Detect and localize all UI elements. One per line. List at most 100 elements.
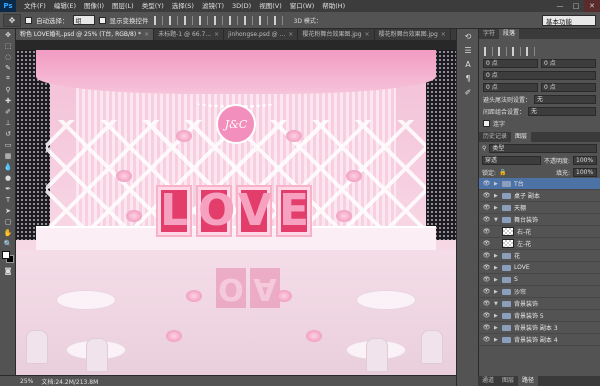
visibility-eye-icon[interactable]: 👁 xyxy=(482,312,491,319)
menu-file[interactable]: 文件(F) xyxy=(20,0,50,12)
lasso-tool-icon[interactable]: ◌ xyxy=(0,51,16,62)
canvas-area[interactable]: J&C L O V E O A xyxy=(16,40,456,375)
visibility-eye-icon[interactable]: 👁 xyxy=(482,180,491,187)
tab-layers[interactable]: 图层 xyxy=(511,132,532,142)
dodge-tool-icon[interactable]: ● xyxy=(0,172,16,183)
distribute-top-icon[interactable] xyxy=(243,15,253,25)
visibility-eye-icon[interactable]: 👁 xyxy=(482,240,491,247)
foreground-color-swatch[interactable] xyxy=(2,251,10,259)
hyphenate-checkbox[interactable] xyxy=(483,119,490,127)
gradient-tool-icon[interactable]: ▦ xyxy=(0,150,16,161)
menu-layer[interactable]: 图层(L) xyxy=(108,0,138,12)
collapsed-caret-icon[interactable]: ▶ xyxy=(494,205,499,211)
layer-row[interactable]: 👁 ▶ LOVE xyxy=(479,262,600,274)
fill-field[interactable]: 100% xyxy=(573,167,597,177)
clone-stamp-tool-icon[interactable]: ⊥ xyxy=(0,117,16,128)
layer-row[interactable]: 👁 ▶ 背景装饰 5 xyxy=(479,310,600,322)
maximize-button[interactable]: □ xyxy=(568,0,584,12)
close-tab-icon[interactable]: × xyxy=(365,29,370,40)
para-align-right-icon[interactable] xyxy=(512,46,521,56)
brush-tool-icon[interactable]: ✐ xyxy=(0,106,16,117)
align-bottom-icon[interactable] xyxy=(183,15,193,25)
tab-document-2[interactable]: 未标题-1 @ 66.7... × xyxy=(154,29,225,40)
collapsed-caret-icon[interactable]: ▶ xyxy=(494,181,499,187)
move-tool-icon[interactable]: ✥ xyxy=(0,29,16,40)
history-brush-tool-icon[interactable]: ↺ xyxy=(0,128,16,139)
hand-tool-icon[interactable]: ✋ xyxy=(0,227,16,238)
align-top-icon[interactable] xyxy=(153,15,163,25)
space-before-field[interactable]: 0 点 xyxy=(483,82,538,92)
tab-channels[interactable]: 通道 xyxy=(478,376,498,386)
menu-edit[interactable]: 编辑(E) xyxy=(50,0,80,12)
character-icon[interactable]: A xyxy=(457,57,479,71)
auto-select-dropdown[interactable]: 组 xyxy=(72,15,95,25)
align-vcenter-icon[interactable] xyxy=(168,15,178,25)
mojikumi-dropdown[interactable]: 无 xyxy=(528,106,596,116)
blur-tool-icon[interactable]: 💧 xyxy=(0,161,16,172)
layer-row[interactable]: 👁 右-花 xyxy=(479,226,600,238)
layer-row[interactable]: 👁 ▶ 天棚 xyxy=(479,202,600,214)
collapsed-caret-icon[interactable]: ▶ xyxy=(494,277,499,283)
tab-layers-bottom[interactable]: 图层 xyxy=(498,376,518,386)
document-canvas[interactable]: J&C L O V E O A xyxy=(16,50,456,375)
close-button[interactable]: ✕ xyxy=(584,0,600,12)
marquee-tool-icon[interactable]: ⬚ xyxy=(0,40,16,51)
visibility-eye-icon[interactable]: 👁 xyxy=(482,336,491,343)
zoom-tool-icon[interactable]: 🔍 xyxy=(0,238,16,249)
visibility-eye-icon[interactable]: 👁 xyxy=(482,252,491,259)
para-align-center-icon[interactable] xyxy=(498,46,507,56)
visibility-eye-icon[interactable]: 👁 xyxy=(482,216,491,223)
tab-history[interactable]: 历史记录 xyxy=(479,132,511,142)
shape-tool-icon[interactable]: ▢ xyxy=(0,216,16,227)
tab-character[interactable]: 字符 xyxy=(479,29,499,39)
collapsed-caret-icon[interactable]: ▶ xyxy=(494,253,499,259)
brush-presets-icon[interactable]: ✐ xyxy=(457,85,479,99)
menu-select[interactable]: 选择(S) xyxy=(168,0,198,12)
visibility-eye-icon[interactable]: 👁 xyxy=(482,228,491,235)
indent-left-field[interactable]: 0 点 xyxy=(483,58,538,68)
tab-paths[interactable]: 路径 xyxy=(518,376,539,386)
align-left-icon[interactable] xyxy=(198,15,208,25)
color-swatches[interactable] xyxy=(0,249,15,265)
layer-row[interactable]: 👁 ▼ 舞台装饰 xyxy=(479,214,600,226)
layer-row[interactable]: 👁 ▶ 背景装饰 副本 4 xyxy=(479,334,600,346)
history-icon[interactable]: ⟲ xyxy=(457,29,479,43)
visibility-eye-icon[interactable]: 👁 xyxy=(482,264,491,271)
close-tab-icon[interactable]: × xyxy=(441,29,446,40)
collapsed-caret-icon[interactable]: ▶ xyxy=(494,289,499,295)
minimize-button[interactable]: — xyxy=(552,0,568,12)
distribute-bottom-icon[interactable] xyxy=(273,15,283,25)
move-tool-preset-icon[interactable]: ✥ xyxy=(3,13,21,27)
zoom-level[interactable]: 25% xyxy=(20,378,33,385)
healing-brush-tool-icon[interactable]: ✚ xyxy=(0,95,16,106)
collapsed-caret-icon[interactable]: ▶ xyxy=(494,337,499,343)
quick-select-tool-icon[interactable]: ✎ xyxy=(0,62,16,73)
menu-3d[interactable]: 3D(D) xyxy=(228,0,255,12)
lock-icon[interactable]: 🔒 xyxy=(499,169,506,176)
path-select-tool-icon[interactable]: ➤ xyxy=(0,205,16,216)
paragraph-icon[interactable]: ¶ xyxy=(457,71,479,85)
layer-row[interactable]: 👁 ▶ 背景装饰 副本 3 xyxy=(479,322,600,334)
collapsed-caret-icon[interactable]: ▶ xyxy=(494,313,499,319)
layer-row[interactable]: 👁 ▶ 沙帘 xyxy=(479,286,600,298)
indent-right-field[interactable]: 0 点 xyxy=(541,58,596,68)
layer-row[interactable]: 👁 ▼ 背景装饰 xyxy=(479,298,600,310)
layer-row[interactable]: 👁 ▶ 花 xyxy=(479,250,600,262)
visibility-eye-icon[interactable]: 👁 xyxy=(482,276,491,283)
close-tab-icon[interactable]: × xyxy=(288,29,293,40)
tab-document-1[interactable]: 粉色 LOVE婚礼.psd @ 25% (T台, RGB/8) * × xyxy=(16,29,155,40)
visibility-eye-icon[interactable]: 👁 xyxy=(482,300,491,307)
auto-select-checkbox[interactable] xyxy=(25,16,32,24)
expanded-caret-icon[interactable]: ▼ xyxy=(494,301,499,307)
layer-row[interactable]: 👁 左-花 xyxy=(479,238,600,250)
opacity-field[interactable]: 100% xyxy=(573,155,597,165)
menu-help[interactable]: 帮助(H) xyxy=(318,0,349,12)
space-after-field[interactable]: 0 点 xyxy=(541,82,596,92)
tab-document-3[interactable]: jinhongse.psd @ ... × xyxy=(224,29,299,40)
align-hcenter-icon[interactable] xyxy=(213,15,223,25)
tab-document-4[interactable]: 樱花粉舞台效果图.jpg × xyxy=(298,29,375,40)
tab-paragraph[interactable]: 段落 xyxy=(499,29,520,39)
crop-tool-icon[interactable]: ⌗ xyxy=(0,73,16,84)
layer-row[interactable]: 👁 ▶ 桌子 副本 xyxy=(479,190,600,202)
collapsed-caret-icon[interactable]: ▶ xyxy=(494,265,499,271)
